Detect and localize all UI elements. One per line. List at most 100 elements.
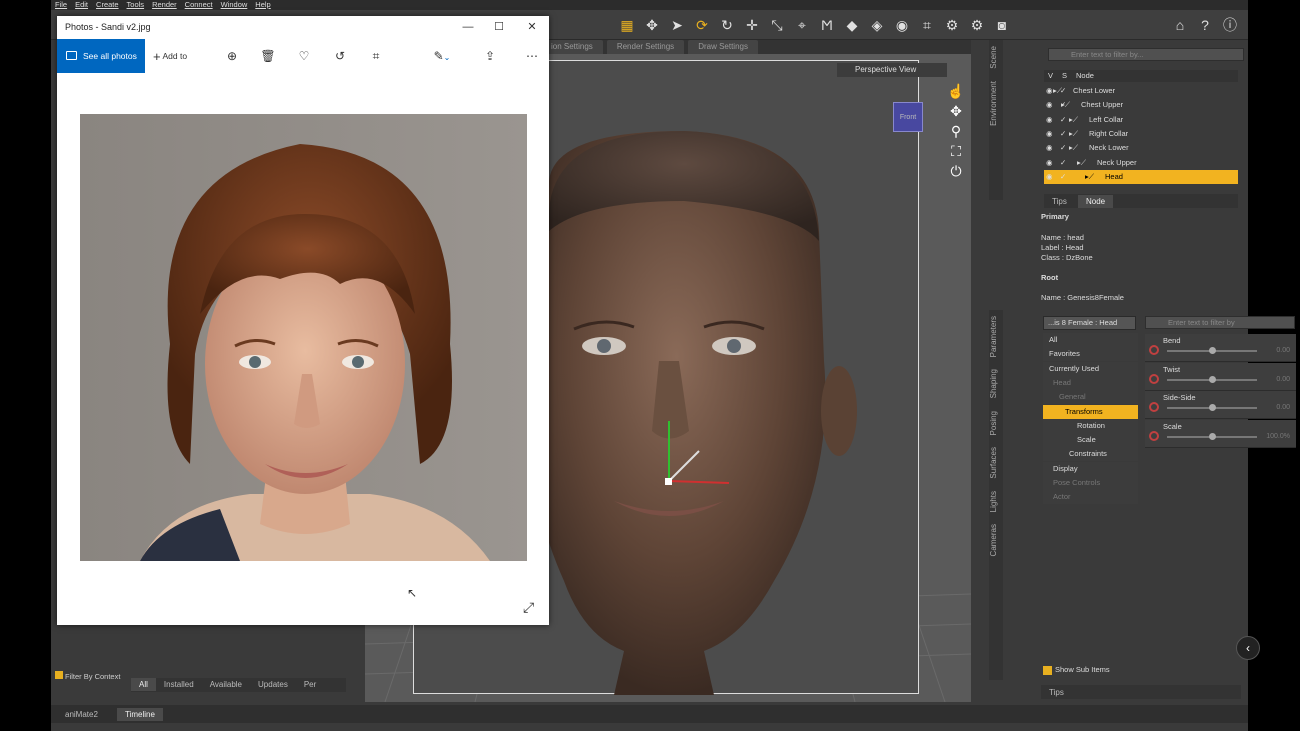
tab-draw-settings[interactable]: Draw Settings [688,40,758,54]
slider-track[interactable] [1167,375,1257,383]
translate-icon[interactable]: ✛ [743,16,761,34]
geometry-editor-icon[interactable]: ◆ [843,16,861,34]
param-category-item[interactable]: Pose Controls [1043,476,1138,490]
add-to-button[interactable]: + Add to [153,39,187,73]
slider-track[interactable] [1167,347,1257,354]
slider-track[interactable] [1167,432,1257,440]
menu-edit[interactable]: Edit [75,0,88,10]
help-context-icon[interactable]: ? [1196,16,1214,34]
eye-icon[interactable]: ◉ [1046,98,1058,112]
scale-icon[interactable]: ⤡ [768,16,786,34]
scene-tree-row[interactable]: ◉ ✓ ▸⟋ Neck Upper [1044,156,1238,170]
eye-icon[interactable]: ◉ [1046,113,1058,127]
help-icon[interactable]: ⓘ [1221,16,1239,34]
tab-scene[interactable]: Scene [989,40,998,75]
tab-node[interactable]: Node [1078,195,1114,208]
col-visible[interactable]: V [1048,70,1053,82]
param-slider[interactable]: Scale 100.0% [1145,419,1296,448]
tab-animate2[interactable]: aniMate2 [57,708,106,721]
spot-render-icon[interactable]: ◉ [893,16,911,34]
scene-tree-row[interactable]: ◉ ✓ ▸⟋ Head [1044,169,1238,184]
view-selector[interactable]: Perspective View [837,63,947,77]
scene-tree-row[interactable]: ◉ ✓ ▸⟋ Chest Lower [1044,84,1238,98]
node-weight-icon[interactable]: ⟳ [693,16,711,34]
filter-by-context[interactable]: Filter By Context [55,671,125,681]
pan-icon[interactable]: ✥ [947,102,965,120]
selectable-check-icon[interactable]: ✓ [1060,113,1066,127]
param-category-item[interactable]: Head [1043,375,1138,390]
maximize-icon[interactable]: ☐ [484,19,514,35]
col-node[interactable]: Node [1076,70,1094,82]
param-slider[interactable]: Bend 0.00 [1145,334,1296,362]
scene-tree-row[interactable]: ◉ ✓ ▸⟋ Right Collar [1044,127,1238,141]
selectable-check-icon[interactable]: ✓ [1060,156,1066,170]
param-category-item[interactable]: All [1043,333,1138,347]
scene-tree-row[interactable]: ◉ ✓ ▸⟋ Left Collar [1044,113,1238,127]
tab-lights[interactable]: Lights [989,485,998,518]
tab-surfaces[interactable]: Surfaces [989,441,998,485]
param-category-item[interactable]: Favorites [1043,347,1138,362]
joint-editor-icon[interactable]: Ϻ [818,16,836,34]
param-category-item[interactable]: Scale [1043,433,1138,448]
show-sub-items-checkbox[interactable]: Show Sub Items [1043,665,1110,675]
zoom-in-icon[interactable]: ⊕ [223,39,241,73]
col-selectable[interactable]: S [1062,70,1067,82]
node-selector-dropdown[interactable]: ...is 8 Female : Head [1043,316,1136,330]
tab-tips-bottom[interactable]: Tips [1041,686,1072,699]
universal-tool-icon[interactable]: ✥ [643,16,661,34]
fullscreen-expand-icon[interactable]: ⤢ [523,599,534,616]
menu-render[interactable]: Render [152,0,177,10]
tab-render-settings[interactable]: Render Settings [606,40,685,54]
home-icon[interactable]: ⌂ [1171,16,1189,34]
param-category-item[interactable]: Transforms [1043,404,1138,419]
frame-icon[interactable]: ⛶ [947,142,965,160]
tab-cameras[interactable]: Cameras [989,518,998,562]
tab-posing[interactable]: Posing [989,405,998,441]
delete-icon[interactable]: 🗑 [259,39,277,73]
param-category-item[interactable]: Actor [1043,490,1138,505]
param-slider[interactable]: Side-Side 0.00 [1145,391,1296,419]
chevron-left-icon[interactable]: ‹ [1236,636,1260,660]
param-filter-input[interactable]: Enter text to filter by [1145,316,1295,329]
tab-all[interactable]: All [131,678,156,691]
menu-create[interactable]: Create [96,0,119,10]
transform-node-icon[interactable]: ⚙ [943,16,961,34]
slider-value[interactable]: 0.00 [1276,376,1290,383]
render-settings-icon[interactable]: ⚙ [968,16,986,34]
crop-icon[interactable]: ⌗ [367,39,385,73]
selectable-check-icon[interactable]: ✓ [1060,170,1066,184]
menu-tools[interactable]: Tools [127,0,145,10]
param-category-item[interactable]: Display [1043,461,1138,476]
slider-knob[interactable] [1209,375,1216,383]
view-cube[interactable]: Front [893,102,923,132]
tab-available[interactable]: Available [202,678,250,691]
tab-per[interactable]: Per [296,678,324,691]
tab-installed[interactable]: Installed [156,678,202,691]
edit-enhance-icon[interactable]: ✎⌄ [427,39,457,73]
param-category-item[interactable]: Rotation [1043,418,1138,433]
rotate-icon[interactable]: ↻ [718,16,736,34]
tab-updates[interactable]: Updates [250,678,296,691]
scene-tree-row[interactable]: ◉ ✓ ▸⟋ Chest Upper [1044,98,1238,112]
menu-file[interactable]: File [55,0,67,10]
reset-icon[interactable]: ⏻ [947,162,965,180]
minimize-icon[interactable]: — [453,19,483,35]
node-selection-icon[interactable]: ⌗ [918,16,936,34]
eye-icon[interactable]: ◉ [1046,127,1058,141]
zoom-icon[interactable]: ⚲ [947,122,965,140]
tab-timeline[interactable]: Timeline [117,708,163,721]
render-camera-icon[interactable]: ◙ [993,16,1011,34]
scene-tree-row[interactable]: ◉ ✓ ▸⟋ Neck Lower [1044,141,1238,155]
favorite-heart-icon[interactable]: ♡ [295,39,313,73]
scene-grid-icon[interactable]: ▦ [618,16,636,34]
param-category-item[interactable]: General [1043,390,1138,405]
eye-icon[interactable]: ◉ [1046,141,1058,155]
param-category-item[interactable]: Currently Used [1043,361,1138,376]
surface-selection-icon[interactable]: ◈ [868,16,886,34]
more-options-icon[interactable]: ⋯ [523,39,541,73]
param-category-item[interactable]: Constraints [1043,447,1138,462]
select-arrow-icon[interactable]: ➤ [668,16,686,34]
tab-render-settings-partial[interactable]: ion Settings [541,40,603,54]
menu-connect[interactable]: Connect [185,0,213,10]
orbit-icon[interactable]: ☝ [947,82,965,100]
